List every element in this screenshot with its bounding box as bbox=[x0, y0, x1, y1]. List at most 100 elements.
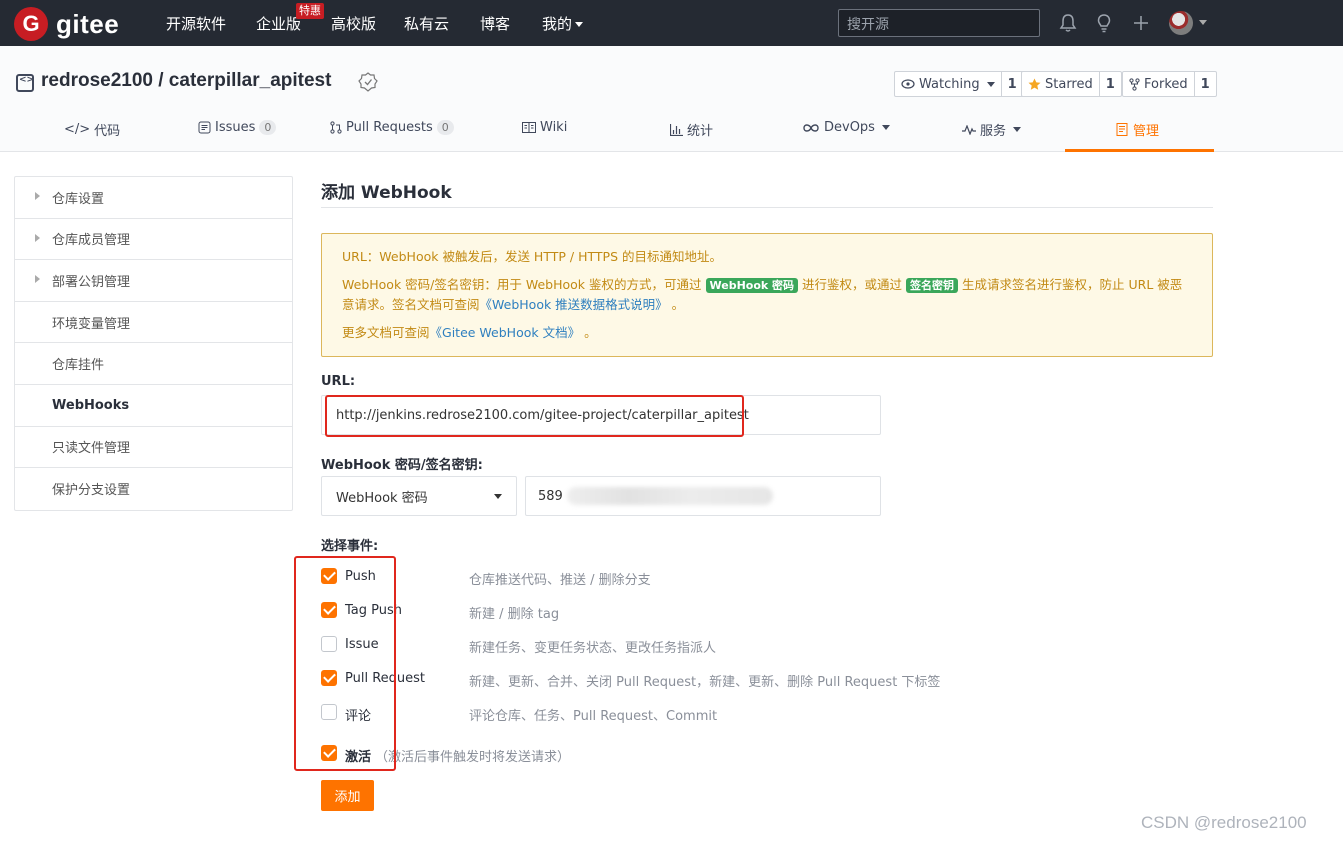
tab-manage[interactable]: 管理 bbox=[1116, 120, 1159, 139]
notice-text: WebHook 密码/签名密钥：用于 WebHook 鉴权的方式，可通过 bbox=[342, 277, 702, 292]
chevron-down-icon bbox=[1013, 127, 1022, 132]
sidebar-item-label: WebHooks bbox=[52, 397, 130, 413]
code-icon: </> bbox=[64, 122, 91, 137]
notice-text: 。 bbox=[671, 297, 685, 312]
tag-webhook-password: WebHook 密码 bbox=[705, 278, 799, 293]
issues-count: 0 bbox=[259, 120, 277, 135]
caret-right-icon bbox=[35, 192, 40, 200]
tag-signing-key: 签名密钥 bbox=[906, 278, 959, 293]
nav-education[interactable]: 高校版 bbox=[331, 13, 376, 34]
redacted-secret bbox=[566, 487, 773, 505]
tab-wiki[interactable]: Wiki bbox=[522, 120, 567, 135]
sidebar-item-protected-branches[interactable]: 保护分支设置 bbox=[15, 468, 292, 510]
sidebar-item-label: 只读文件管理 bbox=[52, 441, 131, 457]
event-push-desc: 仓库推送代码、推送 / 删除分支 bbox=[469, 573, 651, 588]
nav-private-cloud[interactable]: 私有云 bbox=[404, 13, 449, 34]
sidebar-item-readonly-files[interactable]: 只读文件管理 bbox=[15, 427, 292, 469]
notice-text: 。 bbox=[584, 325, 597, 340]
tab-pr-label: Pull Requests bbox=[346, 120, 433, 135]
fork-icon bbox=[1129, 77, 1140, 91]
tab-devops-label: DevOps bbox=[824, 120, 875, 135]
nav-mine[interactable]: 我的 bbox=[542, 13, 584, 34]
tab-services[interactable]: 服务 bbox=[962, 120, 1022, 139]
bar-chart-icon bbox=[670, 123, 683, 136]
tab-stats[interactable]: 统计 bbox=[670, 120, 713, 139]
caret-right-icon bbox=[35, 275, 40, 284]
sidebar-item-label: 部署公钥管理 bbox=[52, 274, 131, 290]
tab-issues[interactable]: Issues 0 bbox=[198, 120, 277, 135]
tab-manage-label: 管理 bbox=[1133, 124, 1160, 139]
sidebar-item-env-vars[interactable]: 环境变量管理 bbox=[15, 302, 292, 344]
plus-icon[interactable] bbox=[1130, 12, 1152, 34]
activate-desc: （激活后事件触发时将发送请求） bbox=[375, 750, 571, 765]
sidebar-item-deploy-keys[interactable]: 部署公钥管理 bbox=[15, 260, 292, 302]
avatar[interactable] bbox=[1169, 11, 1193, 35]
avatar-chevron-down-icon[interactable] bbox=[1199, 20, 1207, 25]
fork-count[interactable]: 1 bbox=[1195, 72, 1216, 96]
caret-right-icon bbox=[35, 233, 40, 242]
event-pull-request-desc: 新建、更新、合并、关闭 Pull Request，新建、更新、删除 Pull R… bbox=[469, 675, 941, 690]
sidebar-item-label: 保护分支设置 bbox=[52, 483, 131, 499]
sidebar-item-repo-settings[interactable]: 仓库设置 bbox=[15, 177, 292, 219]
book-icon bbox=[522, 122, 536, 133]
notice-text: 更多文档可查阅 bbox=[342, 325, 430, 340]
event-comment-desc: 评论仓库、任务、Pull Request、Commit bbox=[469, 709, 718, 724]
repo-title[interactable]: redrose2100 / caterpillar_apitest bbox=[41, 70, 331, 92]
gitee-logo[interactable]: G gitee bbox=[14, 7, 119, 41]
secret-value-prefix: 589 bbox=[538, 488, 563, 504]
chevron-down-icon bbox=[881, 125, 890, 130]
watch-count[interactable]: 1 bbox=[1002, 72, 1023, 96]
secret-input[interactable]: 589 bbox=[525, 476, 881, 516]
secret-type-select[interactable]: WebHook 密码 bbox=[321, 476, 517, 516]
sidebar-item-widgets[interactable]: 仓库挂件 bbox=[15, 343, 292, 385]
fork-label: Forked bbox=[1144, 76, 1188, 92]
nav-open-source[interactable]: 开源软件 bbox=[166, 13, 226, 34]
main-content: 添加 WebHook URL：WebHook 被触发后，发送 HTTP / HT… bbox=[321, 176, 1213, 357]
tab-services-label: 服务 bbox=[980, 124, 1007, 139]
tab-wiki-label: Wiki bbox=[540, 120, 568, 135]
repo-header: redrose2100 / caterpillar_apitest Watchi… bbox=[0, 46, 1343, 152]
watermark: CSDN @redrose2100 bbox=[1141, 813, 1307, 832]
tab-code[interactable]: </> 代码 bbox=[64, 120, 120, 139]
bell-icon[interactable] bbox=[1057, 12, 1079, 34]
promo-badge: 特惠 bbox=[296, 3, 324, 19]
manage-icon bbox=[1116, 123, 1128, 136]
top-navbar: G gitee 开源软件 企业版 特惠 高校版 私有云 博客 我的 搜开源 bbox=[0, 0, 1343, 46]
star-button[interactable]: Starred 1 bbox=[1021, 71, 1122, 97]
chevron-down-icon bbox=[494, 493, 502, 499]
page-title: 添加 WebHook bbox=[321, 176, 1213, 208]
sidebar-item-label: 仓库成员管理 bbox=[52, 233, 131, 249]
star-icon bbox=[1028, 78, 1041, 90]
nav-enterprise[interactable]: 企业版 bbox=[256, 13, 301, 34]
logo-text: gitee bbox=[56, 8, 120, 39]
search-input[interactable]: 搜开源 bbox=[838, 9, 1040, 37]
fork-button[interactable]: Forked 1 bbox=[1122, 71, 1217, 97]
tab-code-label: 代码 bbox=[94, 124, 121, 139]
chevron-down-icon bbox=[575, 22, 584, 27]
sidebar-item-webhooks[interactable]: WebHooks bbox=[15, 385, 292, 427]
sidebar-item-label: 仓库设置 bbox=[52, 191, 105, 207]
tab-pull-requests[interactable]: Pull Requests 0 bbox=[330, 120, 454, 135]
link-push-format-doc[interactable]: 《WebHook 推送数据格式说明》 bbox=[480, 297, 668, 312]
tab-issues-label: Issues bbox=[215, 120, 256, 135]
sidebar-item-label: 仓库挂件 bbox=[52, 358, 105, 374]
info-notice: URL：WebHook 被触发后，发送 HTTP / HTTPS 的目标通知地址… bbox=[321, 233, 1213, 357]
lightbulb-icon[interactable] bbox=[1093, 12, 1115, 34]
star-count[interactable]: 1 bbox=[1100, 72, 1121, 96]
recommend-badge-icon[interactable] bbox=[358, 72, 378, 92]
highlight-box-url bbox=[325, 395, 744, 437]
url-label: URL: bbox=[321, 374, 356, 389]
sidebar-item-members[interactable]: 仓库成员管理 bbox=[15, 219, 292, 261]
pulse-icon bbox=[962, 124, 976, 135]
link-webhook-doc[interactable]: 《Gitee WebHook 文档》 bbox=[430, 325, 581, 340]
watch-button[interactable]: Watching 1 bbox=[894, 71, 1024, 97]
tab-devops[interactable]: DevOps bbox=[802, 120, 890, 135]
issues-icon bbox=[198, 121, 211, 134]
settings-sidebar: 仓库设置 仓库成员管理 部署公钥管理 环境变量管理 仓库挂件 WebHooks … bbox=[14, 176, 293, 511]
repo-icon bbox=[16, 74, 34, 92]
sidebar-item-label: 环境变量管理 bbox=[52, 316, 131, 332]
highlight-box-events bbox=[294, 556, 396, 771]
tab-stats-label: 统计 bbox=[687, 124, 714, 139]
nav-blog[interactable]: 博客 bbox=[480, 13, 510, 34]
add-button[interactable]: 添加 bbox=[321, 780, 374, 811]
